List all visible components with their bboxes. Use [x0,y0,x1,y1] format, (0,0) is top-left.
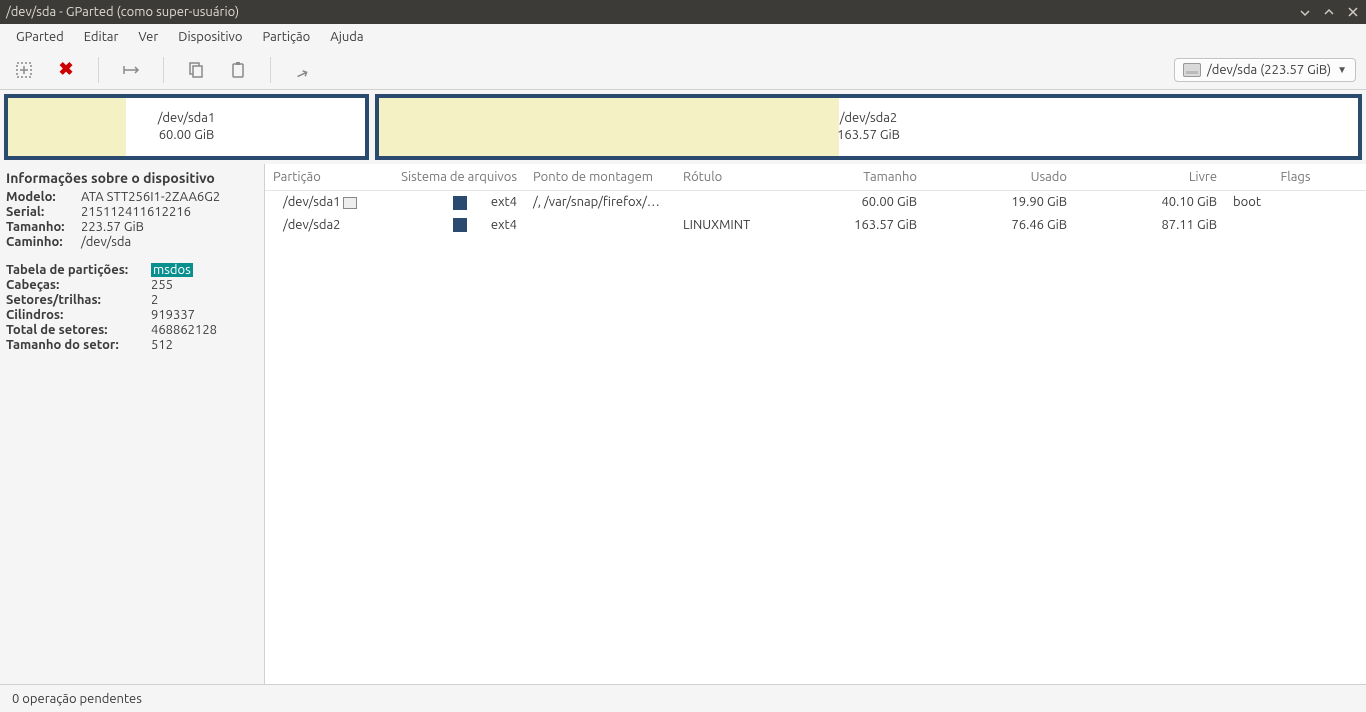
table-row[interactable]: /dev/sda1 ext4 /, /var/snap/firefox/… 60… [265,191,1366,214]
label-ssize: Tamanho do setor: [6,338,151,352]
visual-partition-name: /dev/sda2 [837,110,900,127]
menubar: GParted Editar Ver Dispositivo Partição … [0,24,1366,50]
mounted-icon [343,197,357,209]
value-tamanho: 223.57 GiB [81,220,258,234]
value-spt: 2 [151,293,258,307]
menu-gparted[interactable]: GParted [6,26,74,48]
col-particao[interactable]: Partição [265,164,385,191]
fs-color-swatch [453,196,467,210]
maximize-button[interactable] [1322,5,1336,19]
resize-move-button[interactable] [117,56,145,84]
chevron-down-icon: ▼ [1337,64,1347,76]
menu-dispositivo[interactable]: Dispositivo [168,26,252,48]
paste-icon [228,60,248,80]
label-cyl: Cilindros: [6,308,151,322]
visual-partition-name: /dev/sda1 [158,110,216,127]
apply-icon [293,60,313,80]
label-tamanho: Tamanho: [6,220,81,234]
value-cyl: 919337 [151,308,258,322]
label-tsec: Total de setores: [6,323,151,337]
value-tsec: 468862128 [151,323,258,337]
paste-button[interactable] [224,56,252,84]
col-usado[interactable]: Usado [925,164,1075,191]
apply-button[interactable] [289,56,317,84]
device-selector[interactable]: /dev/sda (223.57 GiB) ▼ [1174,58,1356,82]
menu-particao[interactable]: Partição [252,26,320,48]
delete-partition-button[interactable]: ✖ [52,56,80,84]
cell-particao: /dev/sda2 [265,214,385,237]
cell-rotulo [675,191,795,214]
device-selector-label: /dev/sda (223.57 GiB) [1207,63,1331,77]
cell-particao: /dev/sda1 [283,195,341,209]
table-header-row: Partição Sistema de arquivos Ponto de mo… [265,164,1366,191]
label-serial: Serial: [6,205,81,219]
value-ptable: msdos [151,263,193,277]
col-tamanho[interactable]: Tamanho [795,164,925,191]
value-ssize: 512 [151,338,258,352]
cell-fs: ext4 [491,218,517,232]
toolbar-separator [270,57,271,83]
col-flags[interactable]: Flags [1225,164,1366,191]
delete-icon: ✖ [58,59,73,80]
cell-usado: 76.46 GiB [925,214,1075,237]
device-info-heading: Informações sobre o dispositivo [6,170,258,186]
main-area: Informações sobre o dispositivo Modelo:A… [0,164,1366,684]
col-rotulo[interactable]: Rótulo [675,164,795,191]
label-ptable: Tabela de partições: [6,263,151,277]
cell-mount [525,214,675,237]
visual-partition-sda1[interactable]: /dev/sda1 60.00 GiB [4,94,369,160]
cell-livre: 40.10 GiB [1075,191,1225,214]
fs-color-swatch [453,218,467,232]
device-info-sidebar: Informações sobre o dispositivo Modelo:A… [0,164,265,684]
toolbar-separator [98,57,99,83]
cell-flags [1225,214,1366,237]
menu-ajuda[interactable]: Ajuda [320,26,373,48]
value-caminho: /dev/sda [81,235,258,249]
copy-button[interactable] [182,56,210,84]
cell-livre: 87.11 GiB [1075,214,1225,237]
toolbar-separator [163,57,164,83]
titlebar: /dev/sda - GParted (como super-usuário) [0,0,1366,24]
cell-tamanho: 60.00 GiB [795,191,925,214]
used-fill [8,98,126,156]
partition-table: Partição Sistema de arquivos Ponto de mo… [265,164,1366,236]
status-text: 0 operação pendentes [12,692,142,706]
label-spt: Setores/trilhas: [6,293,151,307]
partition-table-panel: Partição Sistema de arquivos Ponto de mo… [265,164,1366,684]
visual-partition-size: 163.57 GiB [837,127,900,144]
window-title: /dev/sda - GParted (como super-usuário) [6,5,1298,19]
col-sistema[interactable]: Sistema de arquivos [385,164,525,191]
copy-icon [186,60,206,80]
value-modelo: ATA STT256I1-2ZAA6G2 [81,190,258,204]
label-caminho: Caminho: [6,235,81,249]
visual-partition-sda2[interactable]: /dev/sda2 163.57 GiB [375,94,1362,160]
statusbar: 0 operação pendentes [0,684,1366,712]
window-controls [1298,5,1360,19]
menu-ver[interactable]: Ver [128,26,168,48]
value-serial: 215112411612216 [81,205,258,219]
cell-flags: boot [1225,191,1366,214]
value-heads: 255 [151,278,258,292]
disk-icon [1183,63,1201,77]
table-row[interactable]: /dev/sda2 ext4 LINUXMINT 163.57 GiB 76.4… [265,214,1366,237]
toolbar: ✖ /dev/sda (223.57 GiB) ▼ [0,50,1366,90]
minimize-button[interactable] [1298,5,1312,19]
cell-tamanho: 163.57 GiB [795,214,925,237]
cell-mount: /, /var/snap/firefox/… [525,191,675,214]
cell-fs: ext4 [491,195,517,209]
resize-icon [121,60,141,80]
new-partition-button[interactable] [10,56,38,84]
visual-partition-size: 60.00 GiB [158,127,216,144]
new-partition-icon [14,60,34,80]
col-ponto[interactable]: Ponto de montagem [525,164,675,191]
label-heads: Cabeças: [6,278,151,292]
cell-rotulo: LINUXMINT [675,214,795,237]
partition-visual: /dev/sda1 60.00 GiB /dev/sda2 163.57 GiB [0,90,1366,164]
cell-usado: 19.90 GiB [925,191,1075,214]
used-fill [379,98,839,156]
label-modelo: Modelo: [6,190,81,204]
menu-editar[interactable]: Editar [74,26,129,48]
close-button[interactable] [1346,5,1360,19]
col-livre[interactable]: Livre [1075,164,1225,191]
